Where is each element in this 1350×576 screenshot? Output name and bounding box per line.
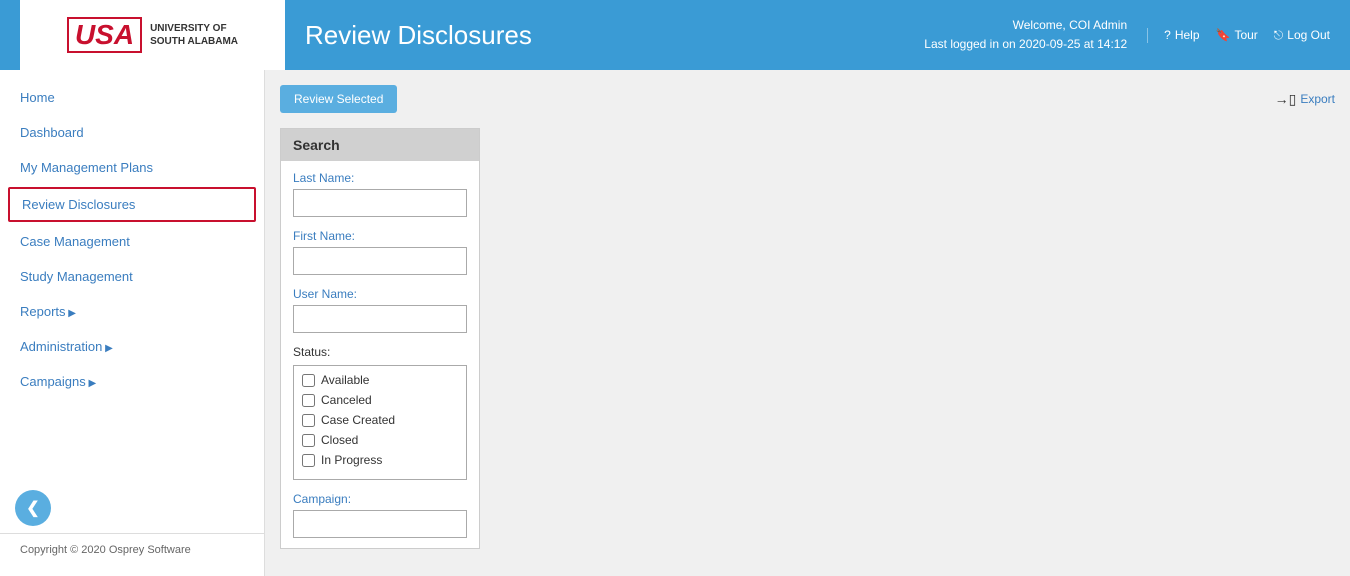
tour-icon: 🔖 [1216, 28, 1231, 42]
logo-usa-text: USA [67, 17, 142, 53]
status-label-canceled: Canceled [321, 393, 372, 407]
status-checkbox-closed[interactable] [302, 434, 315, 447]
last-login-text: Last logged in on 2020-09-25 at 14:12 [924, 35, 1127, 54]
logo-area: USA UNIVERSITY OF SOUTH ALABAMA [20, 0, 285, 70]
sidebar-item-study-management[interactable]: Study Management [0, 259, 264, 294]
sidebar-item-review-disclosures[interactable]: Review Disclosures [8, 187, 256, 222]
status-list: Available Canceled Case Created Clo [294, 366, 466, 474]
sidebar-item-administration[interactable]: Administration [0, 329, 264, 364]
last-name-label: Last Name: [293, 171, 467, 185]
sidebar-item-campaigns[interactable]: Campaigns [0, 364, 264, 399]
status-label-case-created: Case Created [321, 413, 395, 427]
tour-link[interactable]: 🔖 Tour [1216, 28, 1258, 42]
campaign-input[interactable] [293, 510, 467, 538]
search-panel-body: Last Name: First Name: User Name: Status… [281, 161, 479, 548]
sidebar-item-dashboard[interactable]: Dashboard [0, 115, 264, 150]
status-item-available[interactable]: Available [298, 370, 462, 390]
logout-icon: ⎋ [1274, 28, 1284, 43]
status-label-in-progress: In Progress [321, 453, 382, 467]
app-header: USA UNIVERSITY OF SOUTH ALABAMA Review D… [0, 0, 1350, 70]
sidebar: Home Dashboard My Management Plans Revie… [0, 70, 265, 576]
header-actions: ? Help 🔖 Tour ⎋ Log Out [1147, 28, 1330, 43]
campaign-section: Campaign: [293, 492, 467, 538]
first-name-input[interactable] [293, 247, 467, 275]
status-item-closed[interactable]: Closed [298, 430, 462, 450]
status-checkbox-canceled[interactable] [302, 394, 315, 407]
campaign-label: Campaign: [293, 492, 467, 506]
sidebar-footer: Copyright © 2020 Osprey Software [0, 533, 264, 566]
status-item-in-progress[interactable]: In Progress [298, 450, 462, 470]
help-link[interactable]: ? Help [1164, 28, 1199, 42]
sidebar-item-case-management[interactable]: Case Management [0, 224, 264, 259]
status-label-closed: Closed [321, 433, 358, 447]
page-title: Review Disclosures [285, 20, 924, 51]
status-checkbox-available[interactable] [302, 374, 315, 387]
search-panel: Search Last Name: First Name: User Name:… [280, 128, 480, 549]
export-icon: →▯ [1275, 91, 1297, 108]
logo: USA UNIVERSITY OF SOUTH ALABAMA [67, 17, 238, 53]
main-layout: Home Dashboard My Management Plans Revie… [0, 70, 1350, 576]
user-name-input[interactable] [293, 305, 467, 333]
search-panel-title: Search [281, 129, 479, 161]
logo-subtitle: UNIVERSITY OF SOUTH ALABAMA [150, 22, 238, 48]
status-label: Status: [293, 345, 467, 359]
user-info: Welcome, COI Admin Last logged in on 202… [924, 16, 1127, 54]
sidebar-nav: Home Dashboard My Management Plans Revie… [0, 80, 264, 533]
status-label-available: Available [321, 373, 369, 387]
export-label: Export [1300, 92, 1335, 106]
status-item-case-created[interactable]: Case Created [298, 410, 462, 430]
header-right: Welcome, COI Admin Last logged in on 202… [924, 16, 1330, 54]
first-name-label: First Name: [293, 229, 467, 243]
review-selected-button[interactable]: Review Selected [280, 85, 397, 113]
sidebar-toggle-button[interactable]: ❮ [15, 490, 51, 526]
content-area: Review Selected →▯ Export Search Last Na… [265, 70, 1350, 576]
sidebar-item-my-management-plans[interactable]: My Management Plans [0, 150, 264, 185]
status-checkbox-case-created[interactable] [302, 414, 315, 427]
toolbar: Review Selected →▯ Export [280, 85, 1335, 113]
status-item-canceled[interactable]: Canceled [298, 390, 462, 410]
sidebar-item-home[interactable]: Home [0, 80, 264, 115]
welcome-text: Welcome, COI Admin [924, 16, 1127, 35]
last-name-input[interactable] [293, 189, 467, 217]
user-name-label: User Name: [293, 287, 467, 301]
sidebar-item-reports[interactable]: Reports [0, 294, 264, 329]
status-list-container[interactable]: Available Canceled Case Created Clo [293, 365, 467, 480]
status-checkbox-in-progress[interactable] [302, 454, 315, 467]
logout-link[interactable]: ⎋ Log Out [1274, 28, 1330, 43]
export-link[interactable]: →▯ Export [1275, 91, 1335, 108]
question-icon: ? [1164, 28, 1171, 42]
